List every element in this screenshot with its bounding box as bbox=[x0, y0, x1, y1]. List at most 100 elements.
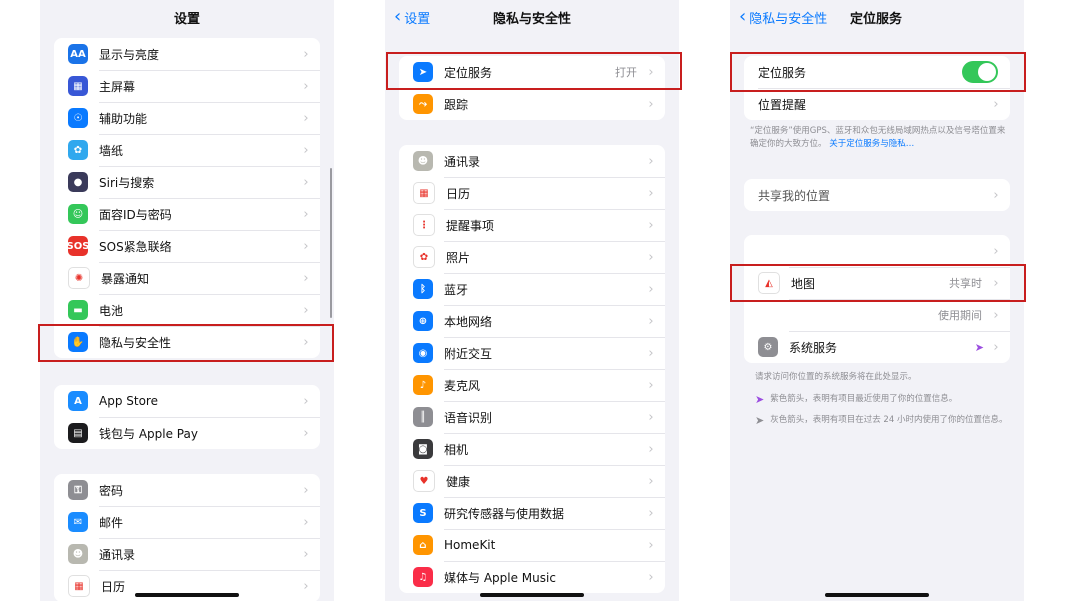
chevron-right-icon: › bbox=[303, 546, 309, 562]
row-label: 日历 bbox=[101, 579, 126, 594]
privacy-item[interactable]: ☻ 通讯录 › bbox=[399, 145, 665, 177]
page-title: 设置 bbox=[173, 12, 200, 27]
siri-icon: ● bbox=[68, 172, 88, 192]
row-label: 研究传感器与使用数据 bbox=[444, 506, 565, 521]
highlight-box-privacy bbox=[38, 324, 334, 362]
gear-icon: ⚙ bbox=[758, 337, 778, 357]
settings-group-apps: ⚿ 密码 › ✉ 邮件 › ☻ 通讯录 › ▦ 日历 › bbox=[54, 474, 320, 601]
settings-item[interactable]: ● Siri与搜索 › bbox=[54, 166, 320, 198]
home-indicator[interactable] bbox=[825, 593, 929, 597]
mail-icon: ✉ bbox=[68, 512, 88, 532]
purple-location-arrow-icon: ➤ bbox=[974, 340, 984, 354]
chevron-right-icon: › bbox=[993, 187, 999, 203]
row-label: 邮件 bbox=[99, 515, 124, 530]
settings-item[interactable]: ☺ 面容ID与密码 › bbox=[54, 198, 320, 230]
row-label: 日历 bbox=[446, 186, 471, 201]
scrollbar[interactable] bbox=[330, 168, 332, 318]
location-alerts-label: 位置提醒 bbox=[758, 97, 807, 112]
chevron-right-icon: › bbox=[648, 96, 654, 112]
settings-item[interactable]: ✺ 暴露通知 › bbox=[54, 262, 320, 294]
settings-item[interactable]: ✿ 墙纸 › bbox=[54, 134, 320, 166]
row-label: Siri与搜索 bbox=[99, 175, 155, 190]
chevron-right-icon: › bbox=[648, 409, 654, 425]
key-icon: ⚿ bbox=[68, 480, 88, 500]
chevron-right-icon: › bbox=[303, 174, 309, 190]
settings-item[interactable]: SOS SOS紧急联络 › bbox=[54, 230, 320, 262]
settings-item[interactable]: ☉ 辅助功能 › bbox=[54, 102, 320, 134]
highlight-box-maps bbox=[730, 264, 1026, 302]
settings-item[interactable]: A App Store › bbox=[54, 385, 320, 417]
privacy-item[interactable]: ⤳ 跟踪 › bbox=[399, 88, 665, 120]
page-title: 隐私与安全性 bbox=[492, 12, 571, 27]
privacy-item[interactable]: ♥ 健康 › bbox=[399, 465, 665, 497]
settings-item[interactable]: ☻ 通讯录 › bbox=[54, 538, 320, 570]
row-label: 照片 bbox=[446, 250, 471, 265]
settings-nav-bar: 设置 bbox=[40, 0, 334, 34]
gray-location-arrow-icon: ➤ bbox=[755, 414, 765, 427]
back-button[interactable]: ‹ 隐私与安全性 bbox=[739, 6, 827, 28]
privacy-item[interactable]: ⌂ HomeKit › bbox=[399, 529, 665, 561]
tracking-icon: ⤳ bbox=[413, 94, 433, 114]
location-app-row[interactable]: 使用期间 › bbox=[744, 299, 1010, 331]
nearby-interaction-icon: ◉ bbox=[413, 343, 433, 363]
row-label: 墙纸 bbox=[99, 143, 124, 158]
settings-item[interactable]: AA 显示与亮度 › bbox=[54, 38, 320, 70]
chevron-right-icon: › bbox=[648, 441, 654, 457]
settings-group-store: A App Store › ▤ 钱包与 Apple Pay › bbox=[54, 385, 320, 449]
row-label: 提醒事项 bbox=[446, 218, 495, 233]
privacy-item[interactable]: ◉ 附近交互 › bbox=[399, 337, 665, 369]
row-label: 麦克风 bbox=[444, 378, 481, 393]
location-app-row[interactable]: › bbox=[744, 235, 1010, 267]
privacy-item[interactable]: ◙ 相机 › bbox=[399, 433, 665, 465]
chevron-right-icon: › bbox=[648, 313, 654, 329]
health-heart-icon: ♥ bbox=[413, 470, 435, 492]
legend-purple-text: 紫色箭头，表明有项目最近使用了你的位置信息。 bbox=[770, 394, 958, 404]
privacy-item[interactable]: ⊕ 本地网络 › bbox=[399, 305, 665, 337]
chevron-right-icon: › bbox=[648, 537, 654, 553]
chevron-right-icon: › bbox=[648, 153, 654, 169]
chevron-right-icon: › bbox=[648, 345, 654, 361]
home-indicator[interactable] bbox=[135, 593, 239, 597]
privacy-nav-bar: ‹ 设置 隐私与安全性 bbox=[385, 0, 679, 34]
contacts-icon: ☻ bbox=[68, 544, 88, 564]
row-label: 暴露通知 bbox=[101, 271, 150, 286]
settings-item[interactable]: ▦ 主屏幕 › bbox=[54, 70, 320, 102]
legend-purple: ➤ 紫色箭头，表明有项目最近使用了你的位置信息。 bbox=[755, 393, 1015, 406]
settings-item[interactable]: ▬ 电池 › bbox=[54, 294, 320, 326]
row-value: 使用期间 bbox=[938, 309, 982, 322]
settings-item[interactable]: ⚿ 密码 › bbox=[54, 474, 320, 506]
chevron-left-icon: ‹ bbox=[739, 6, 747, 27]
privacy-item[interactable]: ⋮ 提醒事项 › bbox=[399, 209, 665, 241]
about-location-privacy-link[interactable]: 关于定位服务与隐私… bbox=[829, 139, 914, 149]
sos-icon: SOS bbox=[67, 236, 89, 256]
privacy-item[interactable]: ♫ 媒体与 Apple Music › bbox=[399, 561, 665, 593]
wallpaper-flower-icon: ✿ bbox=[68, 140, 88, 160]
globe-icon: ⊕ bbox=[413, 311, 433, 331]
privacy-item[interactable]: ✿ 照片 › bbox=[399, 241, 665, 273]
chevron-right-icon: › bbox=[303, 302, 309, 318]
location-nav-bar: ‹ 隐私与安全性 定位服务 bbox=[730, 0, 1024, 34]
settings-item[interactable]: ✉ 邮件 › bbox=[54, 506, 320, 538]
share-my-location-row[interactable]: 共享我的位置 › bbox=[744, 179, 1010, 211]
privacy-item[interactable]: ║ 语音识别 › bbox=[399, 401, 665, 433]
bluetooth-icon: ᛒ bbox=[413, 279, 433, 299]
privacy-item[interactable]: ᛒ 蓝牙 › bbox=[399, 273, 665, 305]
privacy-item[interactable]: ▦ 日历 › bbox=[399, 177, 665, 209]
privacy-item[interactable]: ♪ 麦克风 › bbox=[399, 369, 665, 401]
chevron-right-icon: › bbox=[303, 393, 309, 409]
chevron-right-icon: › bbox=[303, 425, 309, 441]
location-description: “定位服务”使用GPS、蓝牙和众包无线局域网热点以及信号塔位置来确定你的大致方位… bbox=[750, 125, 1006, 151]
home-indicator[interactable] bbox=[480, 593, 584, 597]
chevron-right-icon: › bbox=[303, 78, 309, 94]
privacy-item[interactable]: S 研究传感器与使用数据 › bbox=[399, 497, 665, 529]
location-app-row[interactable]: ⚙ 系统服务 ➤ › bbox=[744, 331, 1010, 363]
location-alerts-row[interactable]: 位置提醒 › bbox=[744, 88, 1010, 120]
purple-location-arrow-icon: ➤ bbox=[755, 393, 765, 406]
calendar-icon: ▦ bbox=[413, 182, 435, 204]
settings-item[interactable]: ▤ 钱包与 Apple Pay › bbox=[54, 417, 320, 449]
row-label: HomeKit bbox=[444, 538, 496, 552]
research-sensor-icon: S bbox=[413, 503, 433, 523]
row-label: 附近交互 bbox=[444, 346, 493, 361]
chevron-right-icon: › bbox=[993, 243, 999, 259]
reminders-icon: ⋮ bbox=[413, 214, 435, 236]
